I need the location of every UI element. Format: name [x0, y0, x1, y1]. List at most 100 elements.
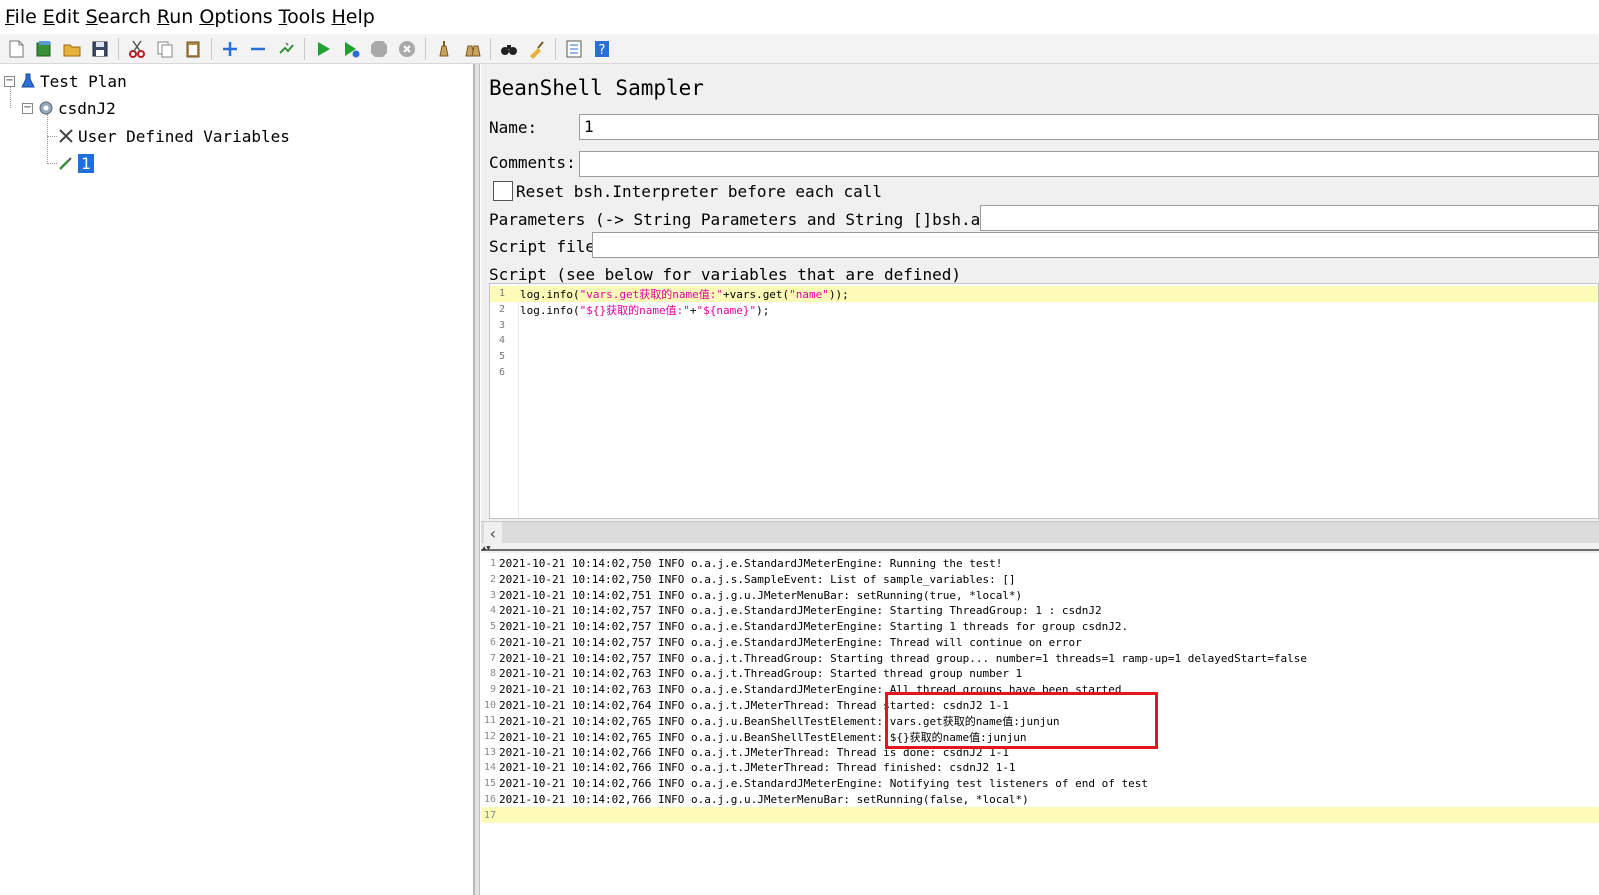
- collapse-icon[interactable]: [247, 38, 269, 60]
- menu-tools[interactable]: Tools: [278, 6, 327, 28]
- tree-connector: [47, 136, 57, 137]
- toolbar-separator: [555, 37, 556, 60]
- shutdown-icon[interactable]: [396, 38, 418, 60]
- toolbar-separator: [211, 37, 212, 60]
- divider-arrows-icon[interactable]: ▲▼: [482, 545, 490, 552]
- script-label: Script (see below for variables that are…: [489, 265, 962, 284]
- log-line-number: 6: [489, 636, 496, 648]
- menu-help[interactable]: Help: [331, 6, 376, 28]
- code-text: log.info("vars.get获取的name值:"+vars.get("n…: [520, 287, 849, 301]
- reset-interpreter-checkbox[interactable]: [493, 181, 513, 201]
- expand-icon[interactable]: [219, 38, 241, 60]
- menu-file[interactable]: File: [4, 6, 38, 28]
- line-number: 4: [498, 335, 506, 347]
- code-line: 1 log.info("vars.get获取的name值:"+vars.get(…: [490, 286, 1598, 302]
- line-number: 3: [498, 319, 506, 331]
- log-text: 2021-10-21 10:14:02,763 INFO o.a.j.t.Thr…: [499, 667, 1023, 681]
- toolbar-separator: [118, 37, 119, 60]
- menu-bar: File Edit Search Run Options Tools Help: [0, 0, 1599, 34]
- svg-text:?: ?: [599, 43, 606, 58]
- stop-icon[interactable]: [368, 38, 390, 60]
- code-text: log.info("${}获取的name值:"+"${name}");: [520, 303, 770, 317]
- log-text: 2021-10-21 10:14:02,750 INFO o.a.j.e.Sta…: [499, 557, 1003, 571]
- start-icon[interactable]: [312, 38, 334, 60]
- reset-search-icon[interactable]: [526, 38, 548, 60]
- code-line: 5: [490, 349, 1598, 365]
- log-text: 2021-10-21 10:14:02,750 INFO o.a.j.s.Sam…: [499, 573, 1016, 587]
- tree-node-thread-group[interactable]: − csdnJ2: [22, 96, 116, 120]
- tree-connector: [47, 114, 48, 164]
- save-icon[interactable]: [89, 38, 111, 60]
- function-helper-icon[interactable]: [563, 38, 585, 60]
- annotation-highlight-box: [885, 692, 1158, 749]
- parameters-label: Parameters (-> String Parameters and Str…: [489, 210, 1019, 229]
- log-line-number: 14: [483, 762, 496, 774]
- log-line-number: 9: [489, 683, 496, 695]
- horizontal-scrollbar[interactable]: ‹: [481, 521, 1599, 544]
- parameters-field[interactable]: [980, 205, 1599, 231]
- menu-options[interactable]: Options: [198, 6, 273, 28]
- tree-node-sampler[interactable]: 1: [57, 151, 94, 175]
- cut-icon[interactable]: [126, 38, 148, 60]
- log-text: 2021-10-21 10:14:02,751 INFO o.a.j.g.u.J…: [499, 588, 1023, 602]
- collapse-toggle-icon[interactable]: −: [4, 75, 15, 87]
- split-divider[interactable]: ▲▼: [481, 545, 1599, 552]
- gear-icon: [37, 99, 55, 117]
- line-number: 5: [498, 351, 506, 363]
- log-line-number: 7: [489, 652, 496, 664]
- tree-node-label: User Defined Variables: [78, 126, 290, 146]
- flask-icon: [19, 72, 37, 90]
- log-line-number: 8: [489, 668, 496, 680]
- log-line: 14 2021-10-21 10:14:02,766 INFO o.a.j.t.J…: [481, 760, 1599, 776]
- log-line-number: 16: [483, 793, 496, 805]
- collapse-toggle-icon[interactable]: −: [22, 102, 33, 114]
- comments-field[interactable]: [579, 151, 1599, 177]
- line-number: 2: [498, 304, 506, 316]
- help-icon[interactable]: ?: [591, 38, 613, 60]
- log-line-number: 15: [483, 778, 496, 790]
- toolbar-separator: [490, 37, 491, 60]
- log-text: 2021-10-21 10:14:02,757 INFO o.a.j.e.Sta…: [499, 604, 1102, 618]
- templates-icon[interactable]: [33, 38, 55, 60]
- page-title: BeanShell Sampler: [489, 76, 704, 100]
- tree-node-test-plan[interactable]: − Test Plan: [4, 69, 127, 93]
- log-line-number: 11: [483, 715, 496, 727]
- menu-search[interactable]: Search: [85, 6, 152, 28]
- tools-icon: [57, 127, 75, 145]
- log-line: 5 2021-10-21 10:14:02,757 INFO o.a.j.e.St…: [481, 619, 1599, 635]
- toolbar-separator: [304, 37, 305, 60]
- log-line-number: 2: [489, 574, 496, 586]
- tree-node-user-defined-variables[interactable]: User Defined Variables: [57, 124, 290, 148]
- reset-interpreter-label: Reset bsh.Interpreter before each call: [516, 182, 883, 201]
- menu-edit[interactable]: Edit: [42, 6, 81, 28]
- start-no-pauses-icon[interactable]: [340, 38, 362, 60]
- search-icon[interactable]: [498, 38, 520, 60]
- log-line: 16 2021-10-21 10:14:02,766 INFO o.a.j.g.u…: [481, 792, 1599, 808]
- log-text: 2021-10-21 10:14:02,766 INFO o.a.j.g.u.J…: [499, 792, 1029, 806]
- copy-icon[interactable]: [154, 38, 176, 60]
- log-line: 8 2021-10-21 10:14:02,763 INFO o.a.j.t.Th…: [481, 666, 1599, 682]
- menu-run[interactable]: Run: [156, 6, 194, 28]
- comments-label: Comments:: [489, 153, 576, 172]
- toolbar-separator: [425, 37, 426, 60]
- code-line: 2 log.info("${}获取的name值:"+"${name}");: [490, 302, 1598, 318]
- log-line: 7 2021-10-21 10:14:02,757 INFO o.a.j.t.Th…: [481, 650, 1599, 666]
- paste-icon[interactable]: [182, 38, 204, 60]
- test-plan-tree: − Test Plan − csdnJ2 User Defined Variab…: [0, 64, 475, 895]
- log-line-number: 5: [489, 621, 496, 633]
- open-icon[interactable]: [61, 38, 83, 60]
- log-text: 2021-10-21 10:14:02,766 INFO o.a.j.e.Sta…: [499, 777, 1149, 791]
- log-text: 2021-10-21 10:14:02,766 INFO o.a.j.t.JMe…: [499, 761, 1016, 775]
- scroll-left-icon[interactable]: ‹: [484, 522, 502, 544]
- tree-node-label: 1: [78, 153, 94, 173]
- script-file-field[interactable]: [592, 232, 1599, 258]
- name-field[interactable]: 1: [579, 114, 1599, 140]
- splitter[interactable]: [475, 64, 480, 895]
- script-editor[interactable]: 1 log.info("vars.get获取的name值:"+vars.get(…: [489, 283, 1599, 519]
- log-line-number: 10: [483, 699, 496, 711]
- code-line: 6: [490, 365, 1598, 381]
- new-icon[interactable]: [5, 38, 27, 60]
- toggle-icon[interactable]: [275, 38, 297, 60]
- clear-all-icon[interactable]: [461, 38, 483, 60]
- clear-icon[interactable]: [433, 38, 455, 60]
